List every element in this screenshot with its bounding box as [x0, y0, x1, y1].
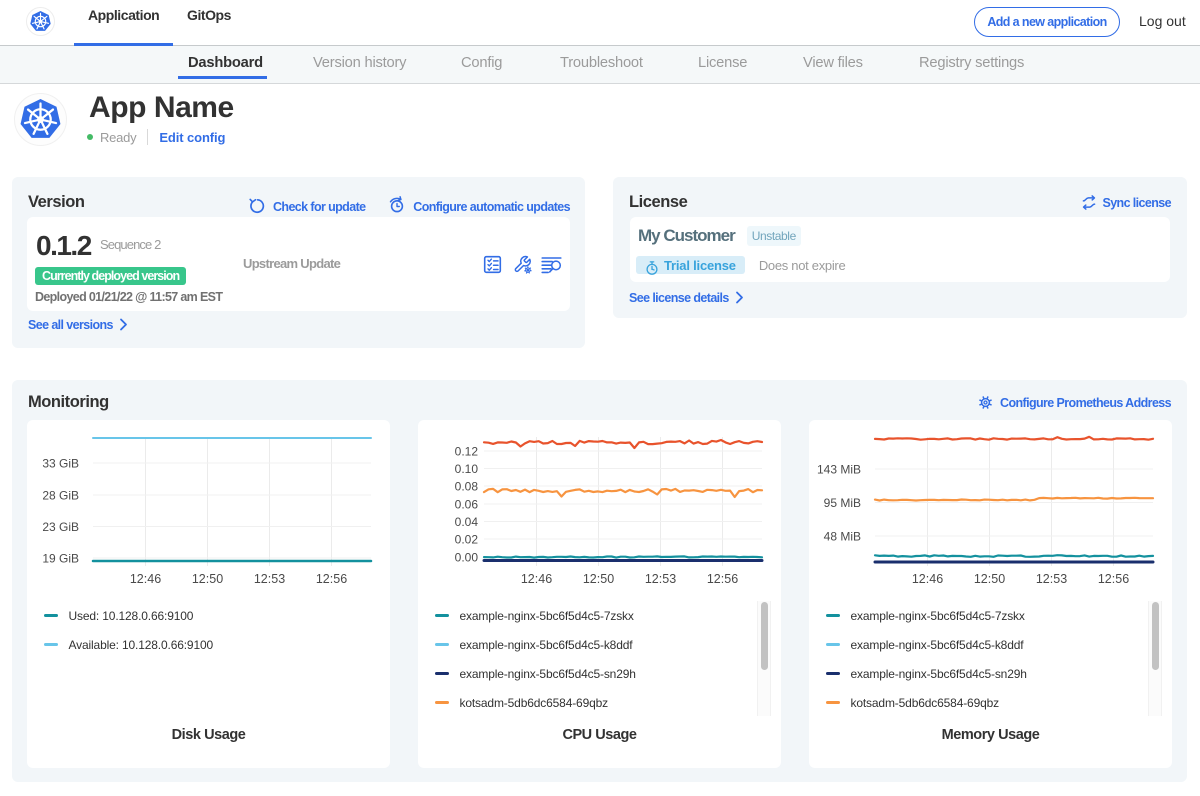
svg-text:48 MiB: 48 MiB [824, 530, 861, 544]
svg-text:12:50: 12:50 [192, 572, 223, 586]
svg-text:12:50: 12:50 [583, 572, 614, 586]
svg-text:0.04: 0.04 [455, 515, 479, 529]
svg-text:12:56: 12:56 [707, 572, 738, 586]
svg-text:12:56: 12:56 [1098, 572, 1129, 586]
svg-text:33 GiB: 33 GiB [42, 457, 79, 471]
svg-text:12:50: 12:50 [974, 572, 1005, 586]
svg-text:12:46: 12:46 [912, 572, 943, 586]
svg-text:0.06: 0.06 [455, 498, 479, 512]
svg-text:95 MiB: 95 MiB [824, 496, 861, 510]
svg-text:12:53: 12:53 [1036, 572, 1067, 586]
svg-text:28 GiB: 28 GiB [42, 489, 79, 503]
svg-text:12:53: 12:53 [645, 572, 676, 586]
svg-text:0.00: 0.00 [455, 551, 479, 565]
svg-text:0.10: 0.10 [455, 462, 479, 476]
svg-text:23 GiB: 23 GiB [42, 520, 79, 534]
svg-text:12:46: 12:46 [521, 572, 552, 586]
svg-text:143 MiB: 143 MiB [817, 463, 861, 477]
svg-text:19 GiB: 19 GiB [42, 552, 79, 566]
svg-text:12:56: 12:56 [316, 572, 347, 586]
svg-text:12:46: 12:46 [130, 572, 161, 586]
svg-text:0.12: 0.12 [455, 445, 479, 459]
svg-text:0.02: 0.02 [455, 533, 479, 547]
svg-text:0.08: 0.08 [455, 480, 479, 494]
svg-text:12:53: 12:53 [254, 572, 285, 586]
